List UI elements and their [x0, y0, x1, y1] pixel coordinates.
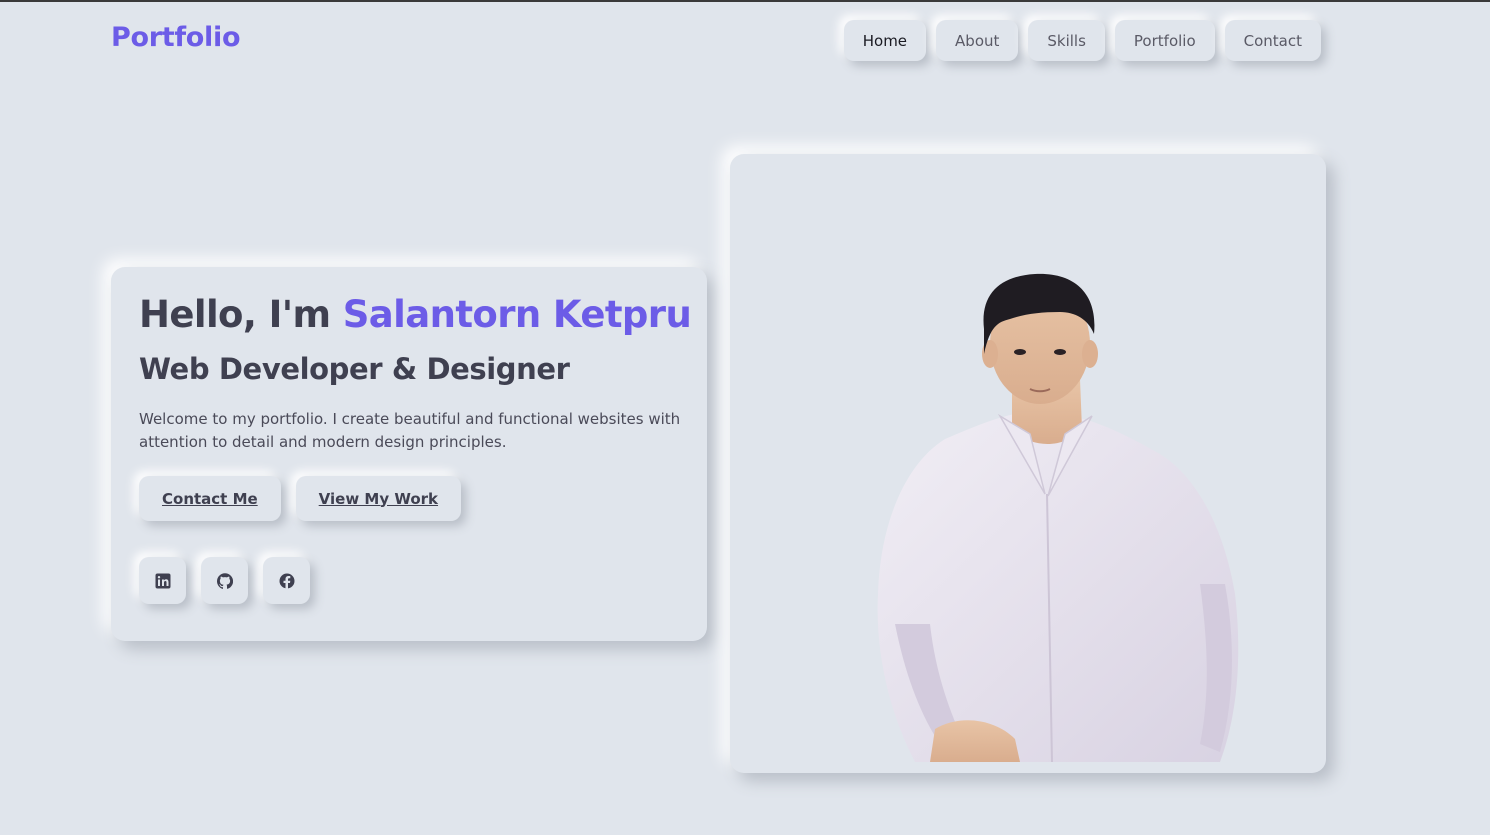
view-my-work-button[interactable]: View My Work	[295, 476, 462, 521]
site-logo[interactable]: Portfolio	[111, 22, 241, 53]
social-links	[139, 557, 679, 604]
github-icon	[216, 572, 233, 589]
facebook-button[interactable]	[263, 557, 310, 604]
linkedin-button[interactable]	[139, 557, 186, 604]
hero-card: Hello, I'm Salantorn Ketpru Web Develope…	[111, 267, 707, 641]
hero-intro: Welcome to my portfolio. I create beauti…	[139, 410, 681, 451]
profile-photo-card	[730, 154, 1326, 773]
linkedin-icon	[155, 573, 170, 588]
portrait-photo	[877, 273, 1239, 763]
hero-role: Web Developer & Designer	[139, 352, 570, 386]
facebook-icon	[279, 573, 294, 589]
nav-contact[interactable]: Contact	[1224, 20, 1321, 61]
cta-row: Contact Me View My Work	[139, 476, 679, 521]
greeting-prefix: Hello, I'm	[139, 293, 331, 336]
main-nav: Home About Skills Portfolio Contact	[843, 20, 1321, 61]
github-button[interactable]	[201, 557, 248, 604]
nav-about[interactable]: About	[936, 20, 1019, 61]
nav-skills[interactable]: Skills	[1028, 20, 1105, 61]
contact-me-button[interactable]: Contact Me	[139, 476, 281, 521]
hero-greeting: Hello, I'm Salantorn Ketpru	[139, 293, 692, 336]
nav-portfolio[interactable]: Portfolio	[1114, 20, 1215, 61]
nav-home[interactable]: Home	[843, 20, 927, 61]
window-top-border	[0, 0, 1490, 2]
hero-name: Salantorn Ketpru	[342, 293, 692, 336]
